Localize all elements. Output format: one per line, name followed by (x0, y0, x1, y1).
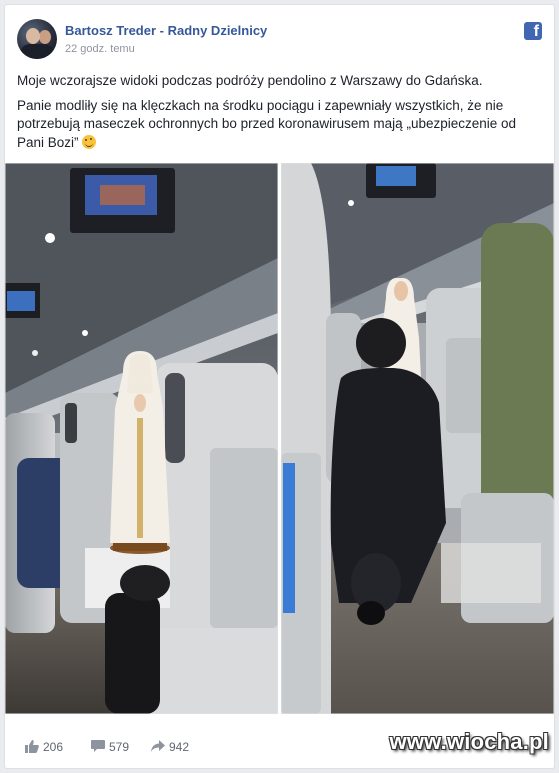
post-timestamp[interactable]: 22 godz. temu (65, 43, 135, 55)
smirk-emoji-icon (82, 134, 97, 149)
author-avatar[interactable] (17, 19, 57, 59)
thumbs-up-icon (25, 740, 39, 753)
comments-stat[interactable]: 579 (91, 740, 129, 754)
comments-count: 579 (109, 740, 130, 754)
share-arrow-icon (151, 740, 165, 752)
facebook-icon: f (524, 22, 542, 40)
shares-stat[interactable]: 942 (151, 740, 189, 754)
author-name[interactable]: Bartosz Treder - Radny Dzielnicy (65, 23, 267, 38)
post-paragraph-2: Panie modliły się na klęczkach na środku… (17, 97, 517, 150)
comment-icon (91, 740, 105, 752)
likes-stat[interactable]: 206 (25, 740, 63, 754)
post-photos (5, 163, 554, 714)
shares-count: 942 (169, 740, 190, 754)
post-paragraph-1: Moje wczorajsze widoki podczas podróży p… (17, 73, 483, 88)
watermark-text: www.wiocha.pl (389, 729, 549, 754)
post-text: Moje wczorajsze widoki podczas podróży p… (17, 72, 542, 158)
likes-count: 206 (43, 740, 64, 754)
photo-kneeling-woman[interactable] (281, 163, 554, 714)
photo-train-statue-aisle[interactable] (5, 163, 278, 714)
facebook-post-card: Bartosz Treder - Radny Dzielnicy 22 godz… (4, 4, 555, 769)
post-header: Bartosz Treder - Radny Dzielnicy 22 godz… (15, 17, 544, 61)
